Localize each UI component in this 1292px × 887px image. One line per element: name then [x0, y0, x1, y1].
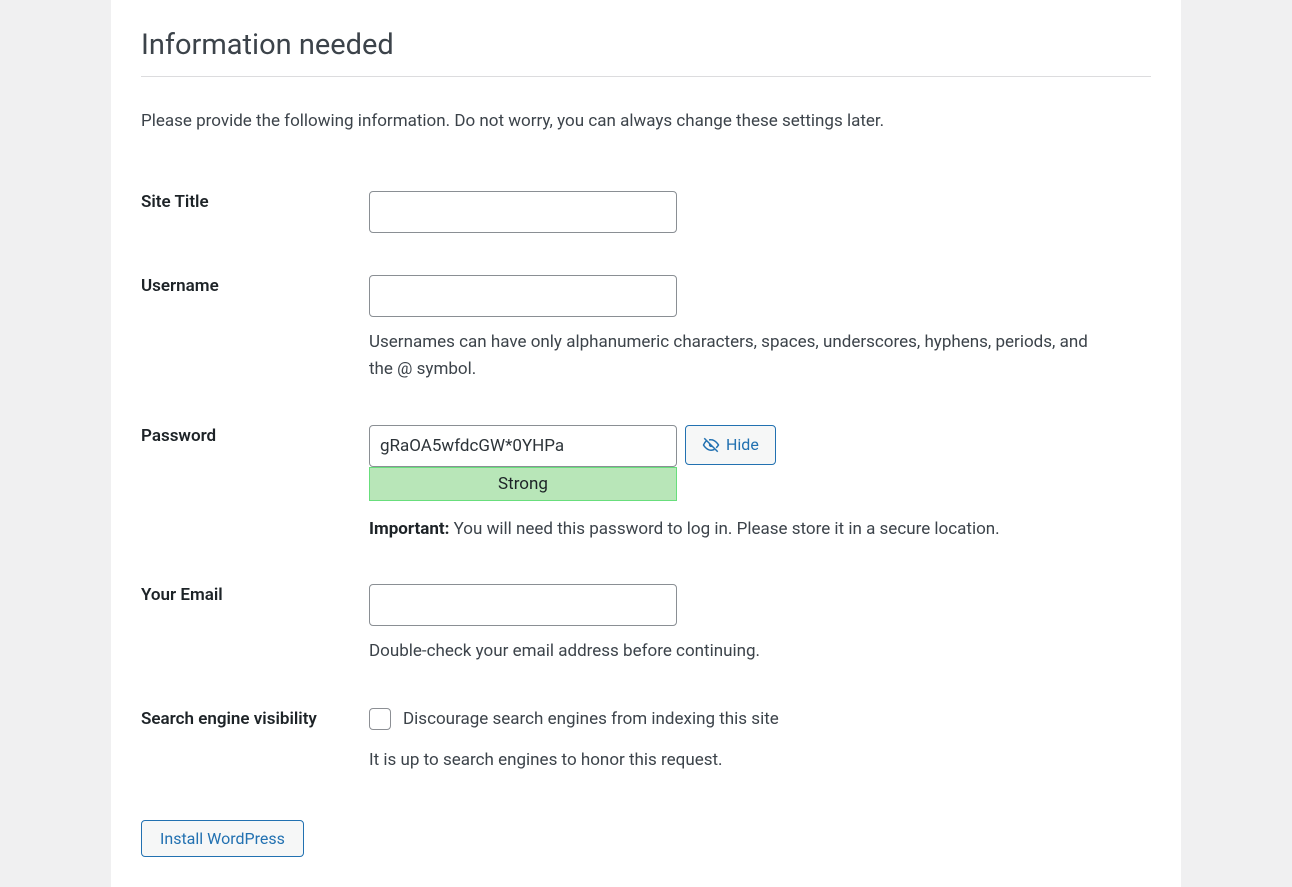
email-hint: Double-check your email address before c…: [369, 638, 1089, 665]
install-form-card: Information needed Please provide the fo…: [111, 0, 1181, 887]
username-label: Username: [141, 247, 369, 397]
password-label: Password: [141, 397, 369, 557]
email-label: Your Email: [141, 556, 369, 679]
email-input[interactable]: [369, 584, 677, 626]
password-input[interactable]: [369, 425, 677, 467]
page-title: Information needed: [141, 0, 1151, 77]
site-title-input[interactable]: [369, 191, 677, 233]
hide-password-button[interactable]: Hide: [685, 425, 776, 465]
hide-button-label: Hide: [726, 435, 759, 454]
important-text: You will need this password to log in. P…: [449, 519, 999, 539]
password-strength-indicator: Strong: [369, 467, 677, 501]
eye-slash-icon: [702, 436, 720, 454]
seo-visibility-label: Search engine visibility: [141, 680, 369, 784]
form-table: Site Title Username Usernames can have o…: [141, 177, 1151, 784]
seo-discourage-checkbox[interactable]: [369, 708, 391, 730]
seo-note: It is up to search engines to honor this…: [369, 750, 1151, 770]
username-input[interactable]: [369, 275, 677, 317]
password-important-note: Important: You will need this password t…: [369, 517, 1151, 543]
username-hint: Usernames can have only alphanumeric cha…: [369, 329, 1089, 383]
important-label: Important:: [369, 519, 449, 539]
intro-text: Please provide the following information…: [141, 109, 1151, 135]
seo-checkbox-label: Discourage search engines from indexing …: [403, 709, 779, 729]
site-title-label: Site Title: [141, 177, 369, 247]
install-wordpress-button[interactable]: Install WordPress: [141, 820, 304, 857]
